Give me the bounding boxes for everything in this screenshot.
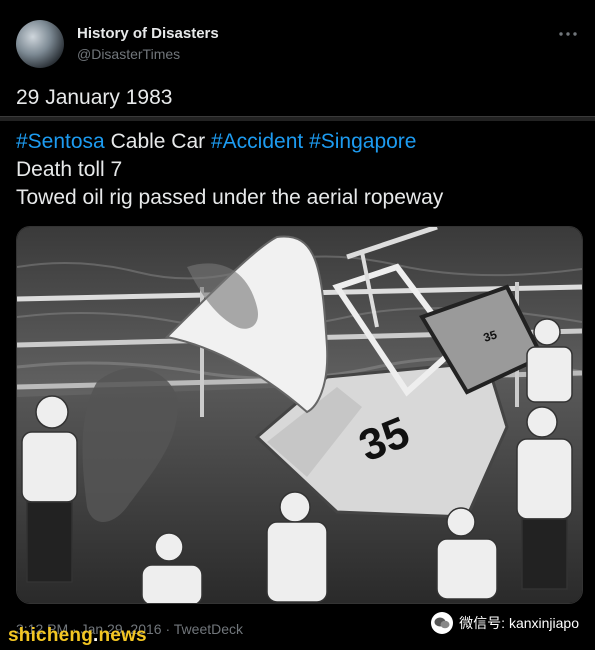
hashtag-accident[interactable]: #Accident (211, 130, 303, 153)
tweet-line-death-toll: Death toll 7 (16, 158, 123, 181)
date-heading: 29 January 1983 (16, 86, 173, 109)
hashtag-sentosa[interactable]: #Sentosa (16, 130, 105, 153)
author-handle[interactable]: @DisasterTimes (77, 44, 219, 64)
divider (0, 116, 595, 121)
tweet-source[interactable]: TweetDeck (174, 621, 243, 637)
wechat-account: 微信号: kanxinjiapo (459, 615, 579, 631)
avatar[interactable] (16, 20, 64, 68)
watermark-wechat: 微信号: kanxinjiapo (431, 612, 579, 634)
watermark-left-suffix: news (98, 625, 147, 646)
author-display-name[interactable]: History of Disasters (77, 24, 219, 44)
watermark-shicheng: shicheng.news (8, 625, 147, 647)
more-horizontal-icon[interactable] (557, 24, 579, 44)
tweet-text: #Sentosa Cable Car #Accident #Singapore … (16, 128, 579, 212)
wechat-icon (431, 612, 454, 634)
tweet-line-1: #Sentosa Cable Car #Accident #Singapore (16, 128, 579, 156)
tweet-header: History of Disasters @DisasterTimes (16, 18, 579, 70)
tweet-line-description: Towed oil rig passed under the aerial ro… (16, 186, 444, 209)
text-cable-car: Cable Car (110, 130, 206, 153)
watermark-left-prefix: shicheng (8, 625, 94, 646)
meta-separator: · (161, 621, 174, 637)
tweet-photo[interactable]: 35 35 (16, 226, 583, 604)
author-names: History of Disasters @DisasterTimes (77, 24, 219, 64)
hashtag-singapore[interactable]: #Singapore (309, 130, 416, 153)
